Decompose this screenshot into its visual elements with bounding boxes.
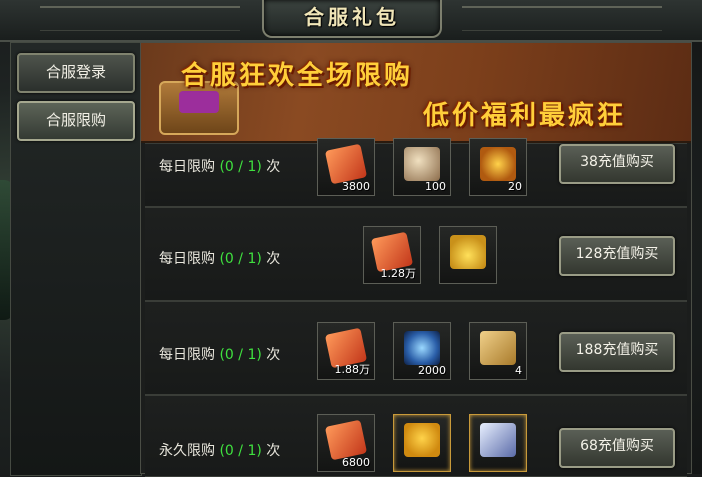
reward-item[interactable]: 1.88万 (317, 322, 375, 380)
nav-merge-login[interactable]: 合服登录 (17, 53, 135, 93)
buy-button[interactable]: 188充值购买 (559, 332, 675, 372)
buy-button[interactable]: 128充值购买 (559, 236, 675, 276)
reward-item[interactable]: 2000 (393, 322, 451, 380)
reward-item[interactable]: 6800 (317, 414, 375, 472)
reward-item[interactable]: 100 (393, 138, 451, 196)
purchase-limit-label: 每日限购 (0 / 1) 次 (159, 251, 281, 267)
list-item: 永久限购 (0 / 1) 次 6800 68充值购买 (145, 395, 687, 477)
gold-orb-icon (480, 147, 516, 181)
title-ornament-left (40, 6, 240, 31)
reward-item[interactable] (439, 226, 497, 284)
nav-merge-limited[interactable]: 合服限购 (17, 101, 135, 141)
title-ornament-right (462, 6, 662, 31)
red-scroll-icon (324, 143, 368, 185)
pouch-icon (404, 147, 440, 181)
purchase-limit-label: 每日限购 (0 / 1) 次 (159, 347, 281, 363)
reward-item[interactable] (393, 414, 451, 472)
purchase-limit-label: 永久限购 (0 / 1) 次 (159, 443, 281, 459)
window-title: 合服礼包 (262, 0, 442, 38)
buy-button[interactable]: 38充值购买 (559, 144, 675, 184)
sidebar: 合服登录 合服限购 (10, 42, 142, 476)
reward-item[interactable]: 3800 (317, 138, 375, 196)
reward-item[interactable]: 20 (469, 138, 527, 196)
reward-item[interactable] (469, 414, 527, 472)
content-panel: 合服狂欢全场限购 低价福利最疯狂 每日限购 (0 / 1) 次 3800 100… (140, 42, 692, 477)
gold-bag-icon (450, 235, 486, 269)
yellow-pet-icon (404, 423, 440, 457)
red-scroll-icon (324, 419, 368, 461)
sword-scroll-icon (480, 423, 516, 457)
title-bar: 合服礼包 (0, 0, 702, 42)
promo-banner: 合服狂欢全场限购 低价福利最疯狂 (141, 43, 691, 143)
list-item: 每日限购 (0 / 1) 次 3800 100 20 38充值购买 (145, 138, 687, 207)
reward-item[interactable]: 4 (469, 322, 527, 380)
reward-item[interactable]: 1.28万 (363, 226, 421, 284)
purchase-limit-label: 每日限购 (0 / 1) 次 (159, 159, 281, 175)
treasure-map-icon (480, 331, 516, 365)
banner-headline: 合服狂欢全场限购 (181, 61, 414, 91)
blue-swirl-icon (404, 331, 440, 365)
list-item: 每日限购 (0 / 1) 次 1.88万 2000 4 188充值购买 (145, 301, 687, 395)
banner-subheadline: 低价福利最疯狂 (423, 101, 627, 131)
list-item: 每日限购 (0 / 1) 次 1.28万 128充值购买 (145, 207, 687, 301)
buy-button[interactable]: 68充值购买 (559, 428, 675, 468)
